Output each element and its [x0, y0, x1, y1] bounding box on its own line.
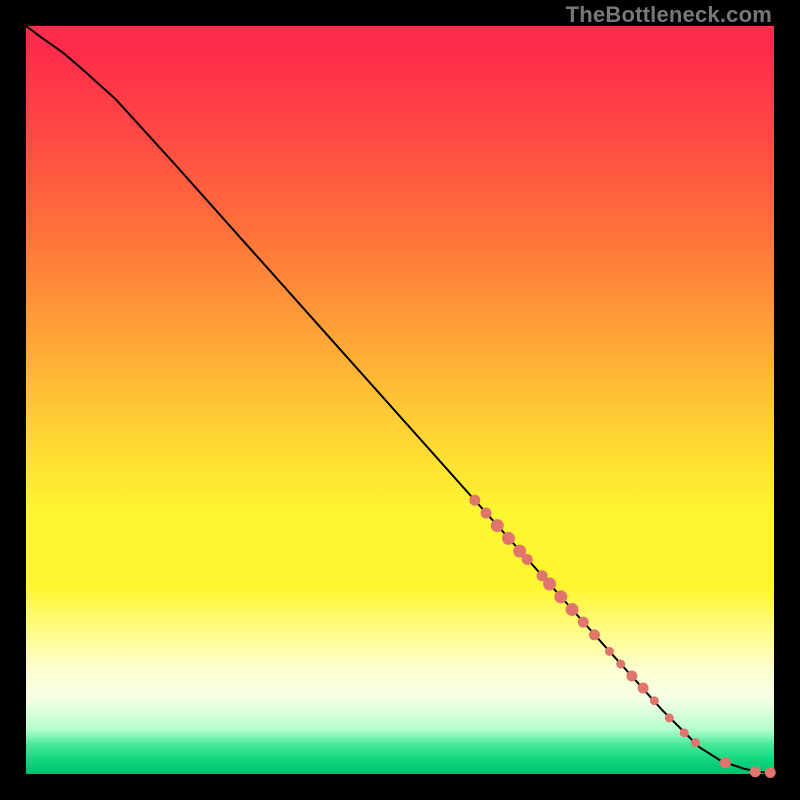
data-marker	[522, 554, 532, 564]
watermark-text: TheBottleneck.com	[566, 2, 772, 28]
data-marker	[605, 647, 613, 655]
data-marker	[750, 767, 760, 777]
curve-line	[26, 26, 774, 773]
data-marker	[481, 508, 491, 518]
data-marker	[720, 758, 730, 768]
chart-stage: TheBottleneck.com	[0, 0, 800, 800]
data-marker	[491, 520, 503, 532]
data-marker	[502, 532, 514, 544]
data-marker	[470, 495, 480, 505]
data-marker	[617, 660, 625, 668]
data-marker	[589, 630, 599, 640]
data-marker	[691, 739, 699, 747]
data-marker	[544, 578, 556, 590]
chart-overlay	[26, 26, 774, 774]
data-marker	[555, 591, 567, 603]
data-marker	[627, 671, 637, 681]
plot-area	[26, 26, 774, 774]
data-marker	[680, 729, 688, 737]
data-marker	[650, 697, 658, 705]
data-marker	[765, 768, 775, 778]
data-marker	[578, 617, 588, 627]
data-marker	[665, 714, 673, 722]
data-marker	[638, 683, 648, 693]
data-marker	[566, 603, 578, 615]
marker-group	[470, 495, 775, 777]
